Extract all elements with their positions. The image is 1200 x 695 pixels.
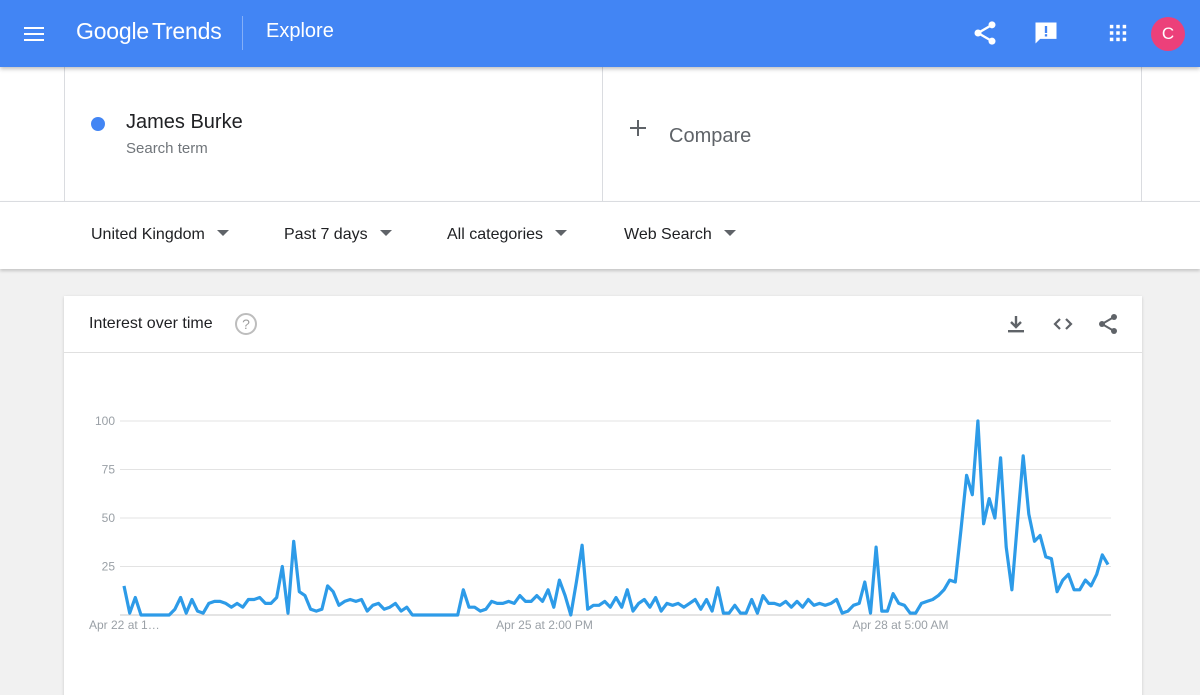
dropdown-arrow-icon — [723, 229, 736, 236]
category-dropdown[interactable]: All categories — [447, 226, 568, 244]
search-term-type: Search term — [126, 140, 208, 157]
filters-bar: United Kingdom Past 7 days All categorie… — [0, 201, 1200, 269]
search-type-label: Web Search — [624, 226, 712, 243]
plus-icon — [629, 119, 647, 137]
dropdown-arrow-icon — [379, 229, 392, 236]
category-label: All categories — [447, 226, 544, 243]
region-label: United Kingdom — [91, 226, 205, 243]
page-title: Explore — [266, 20, 334, 42]
logo-trends-text: Trends — [151, 18, 222, 44]
interest-line-chart: 25 50 75 100 Apr 22 at 1… Apr 25 at 2:00 PM Ap… — [89, 414, 1111, 632]
x-tick-label: Apr 25 at 2:00 PM — [496, 618, 593, 632]
y-tick-label: 25 — [102, 560, 116, 574]
apps-grid-icon[interactable] — [1104, 19, 1132, 47]
y-tick-label: 100 — [95, 414, 115, 428]
time-range-label: Past 7 days — [284, 226, 368, 243]
y-tick-label: 50 — [102, 511, 116, 525]
dropdown-arrow-icon — [216, 229, 229, 236]
search-term-name[interactable]: James Burke — [126, 111, 243, 134]
google-trends-logo[interactable]: Google Trends — [76, 18, 222, 45]
dropdown-arrow-icon — [555, 229, 568, 236]
term-color-dot — [91, 117, 105, 131]
region-dropdown[interactable]: United Kingdom — [91, 226, 229, 244]
feedback-icon[interactable] — [1032, 19, 1060, 47]
compare-button[interactable]: Compare — [603, 67, 1142, 201]
search-type-dropdown[interactable]: Web Search — [624, 226, 736, 244]
x-tick-label: Apr 28 at 5:00 AM — [852, 618, 948, 632]
share-icon[interactable] — [971, 19, 999, 47]
x-tick-label: Apr 22 at 1… — [89, 618, 160, 632]
search-term-card[interactable]: James Burke Search term — [64, 67, 603, 201]
header-divider — [242, 16, 243, 50]
app-header: Google Trends Explore C — [0, 0, 1200, 67]
compare-label: Compare — [669, 125, 752, 147]
time-range-dropdown[interactable]: Past 7 days — [284, 226, 392, 244]
menu-icon[interactable] — [22, 22, 48, 46]
y-tick-label: 75 — [102, 463, 116, 477]
logo-google-text: Google — [76, 18, 149, 44]
account-avatar[interactable]: C — [1151, 17, 1185, 51]
